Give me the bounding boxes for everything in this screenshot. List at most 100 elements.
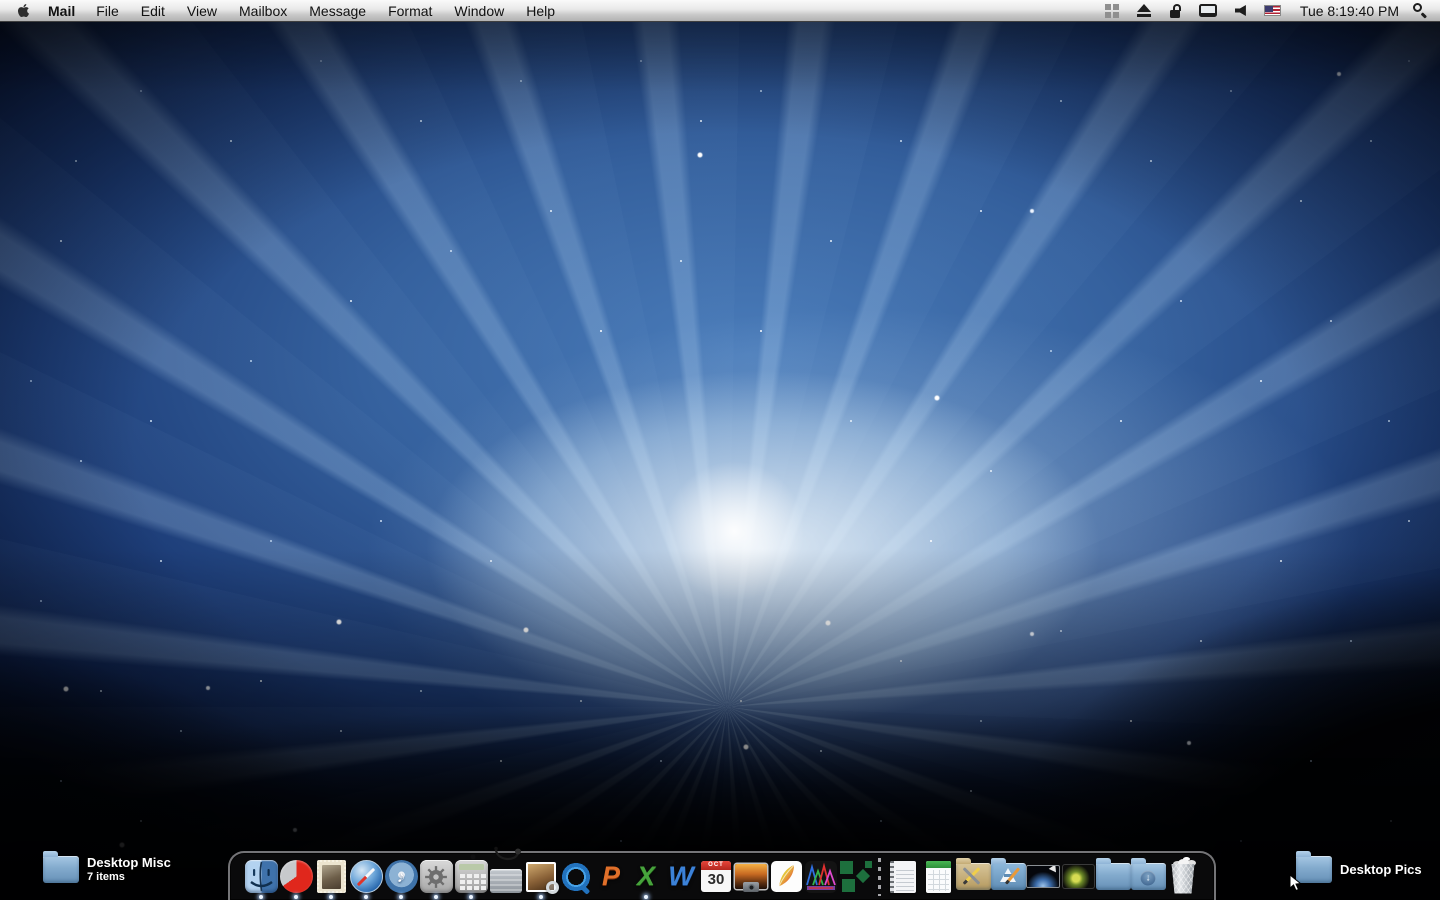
menu-bar-clock[interactable]: Tue 8:19:40 PM: [1290, 3, 1409, 19]
input-source-menu-extra[interactable]: [1255, 0, 1290, 21]
hard-drive-icon: [490, 868, 522, 893]
notebook-document-icon: [890, 860, 916, 893]
dock-item-disk-utility[interactable]: [489, 846, 524, 900]
menu-window[interactable]: Window: [443, 0, 515, 21]
calculator-icon: [454, 860, 488, 893]
menu-mailbox[interactable]: Mailbox: [228, 0, 298, 21]
dock-item-iphoto[interactable]: [734, 853, 769, 900]
utilities-folder-icon: [955, 858, 991, 890]
running-indicator: [294, 895, 298, 899]
dock-item-word[interactable]: W: [664, 853, 699, 900]
display-icon: [1198, 4, 1217, 17]
running-indicator: [469, 895, 473, 899]
desktop-screen: Mail File Edit View Mailbox Message Form…: [0, 0, 1440, 900]
dock: ♪ P X W OCT 30 ↓: [228, 846, 1216, 900]
lock-menu-extra[interactable]: [1160, 0, 1190, 21]
photo-picture-icon: [1062, 865, 1094, 888]
safari-compass-icon: [349, 860, 383, 893]
stethoscope-icon: [493, 846, 521, 860]
running-indicator: [399, 895, 403, 899]
us-flag-icon: [1263, 5, 1281, 16]
word-w-icon: W: [668, 861, 694, 891]
eject-icon: [1136, 4, 1151, 17]
spotlight-button[interactable]: [1413, 3, 1428, 19]
running-indicator: [644, 895, 648, 899]
dna-peaks-icon: [805, 860, 837, 893]
download-arrow-icon: ↓: [1140, 870, 1156, 886]
dock-item-green-diamonds-app[interactable]: [839, 853, 874, 900]
folder-item-count: 7 items: [87, 871, 125, 883]
speaker-icon: [1234, 5, 1246, 16]
excel-x-icon: X: [636, 861, 655, 891]
dock-item-calculator[interactable]: [454, 853, 489, 900]
desktop-folder-pics[interactable]: Desktop Pics: [1296, 851, 1422, 883]
quicktime-q-icon: [561, 861, 591, 892]
volume-menu-extra[interactable]: [1226, 0, 1255, 21]
dock-item-ical[interactable]: OCT 30: [699, 853, 734, 900]
applications-folder-icon: [990, 858, 1026, 890]
eject-menu-extra[interactable]: [1128, 0, 1160, 21]
feather-icon: [770, 861, 802, 892]
running-indicator: [539, 895, 543, 899]
dock-item-folder[interactable]: [1095, 853, 1131, 900]
dock-item-quicktime[interactable]: [559, 853, 594, 900]
dock-item-itunes[interactable]: ♪: [384, 853, 419, 900]
menu-file[interactable]: File: [85, 0, 130, 21]
desktop-folder-misc[interactable]: Desktop Misc 7 items: [43, 850, 171, 883]
downloads-folder-icon: ↓: [1130, 858, 1166, 890]
magnifier-icon: [1413, 3, 1422, 12]
running-indicator: [329, 895, 333, 899]
dock-item-notebook-document[interactable]: [886, 853, 921, 900]
itunes-disc-icon: ♪: [384, 860, 418, 893]
dock-item-pie-app[interactable]: [279, 853, 314, 900]
apple-menu[interactable]: [8, 0, 38, 21]
dock-item-trash[interactable]: [1166, 853, 1201, 900]
folder-label: Desktop Pics: [1340, 862, 1422, 877]
plain-folder-icon: [1095, 858, 1131, 890]
aurora-picture-icon: [1026, 865, 1060, 888]
sunset-photo-camera-icon: [735, 864, 767, 892]
dock-item-excel[interactable]: X: [629, 853, 664, 900]
dock-item-chromatogram-app[interactable]: [804, 853, 839, 900]
spaces-grid-icon: [1104, 3, 1119, 18]
dock-item-safari[interactable]: [349, 853, 384, 900]
calendar-icon: OCT 30: [701, 861, 731, 892]
green-diamonds-icon: [839, 860, 873, 894]
dock-item-photoshop[interactable]: [769, 853, 804, 900]
dock-item-photo-picture[interactable]: [1061, 853, 1096, 900]
dock-item-finder[interactable]: [244, 853, 279, 900]
dock-item-preview[interactable]: [524, 853, 559, 900]
dock-item-applications-folder[interactable]: [990, 853, 1026, 900]
photo-loupe-icon: [526, 861, 559, 894]
app-menu-mail[interactable]: Mail: [38, 0, 85, 21]
folder-label: Desktop Misc: [87, 855, 171, 870]
running-indicator: [434, 895, 438, 899]
vignette-overlay: [0, 22, 1440, 900]
displays-menu-extra[interactable]: [1190, 0, 1226, 21]
apple-logo-icon: [17, 3, 29, 18]
dock-item-mail[interactable]: [314, 853, 349, 900]
menu-help[interactable]: Help: [515, 0, 566, 21]
cursor-arrow-icon: [1048, 866, 1059, 875]
menu-edit[interactable]: Edit: [130, 0, 176, 21]
lock-open-icon: [1169, 3, 1181, 18]
dock-item-system-preferences[interactable]: [419, 853, 454, 900]
running-indicator: [364, 895, 368, 899]
dock-divider: [874, 853, 886, 900]
dock-item-downloads[interactable]: ↓: [1130, 853, 1166, 900]
powerpoint-p-icon: P: [601, 861, 620, 891]
dock-item-utilities-folder[interactable]: [955, 853, 991, 900]
trash-full-icon: [1170, 858, 1197, 894]
dock-item-powerpoint[interactable]: P: [594, 853, 629, 900]
spreadsheet-document-icon: [925, 860, 951, 893]
finder-icon: [244, 860, 278, 893]
menu-format[interactable]: Format: [377, 0, 443, 21]
gear-icon: [419, 860, 453, 893]
mail-stamp-icon: [316, 860, 346, 893]
dock-item-aurora-picture[interactable]: [1026, 853, 1061, 900]
folder-icon: [43, 850, 79, 883]
menu-message[interactable]: Message: [298, 0, 377, 21]
dock-item-spreadsheet-document[interactable]: [921, 853, 956, 900]
menu-view[interactable]: View: [176, 0, 228, 21]
spaces-grid-menu-extra[interactable]: [1096, 0, 1128, 21]
